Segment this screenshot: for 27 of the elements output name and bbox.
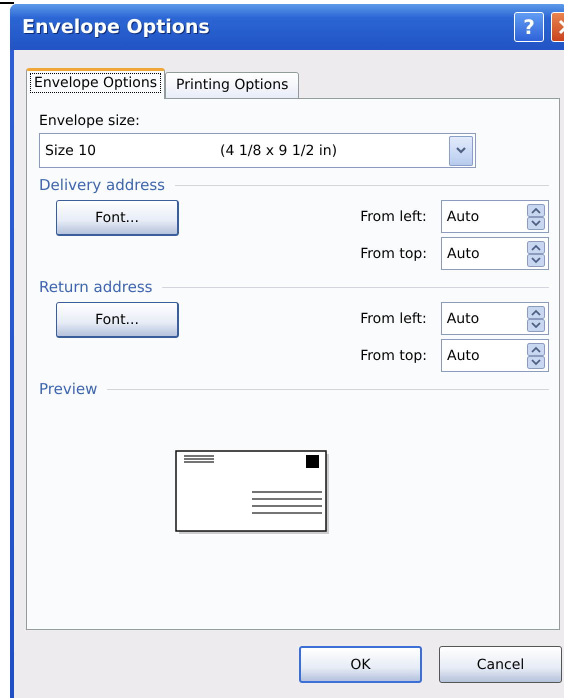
field-label: From top: bbox=[360, 246, 427, 262]
dialog-button[interactable]: OK bbox=[299, 646, 422, 683]
field-label: From left: bbox=[360, 310, 427, 326]
section-heading: Preview bbox=[39, 380, 98, 398]
font-button[interactable]: Font... bbox=[56, 200, 179, 236]
dropdown-value: Size 10 bbox=[45, 142, 98, 158]
field-label: From top: bbox=[360, 348, 427, 364]
tab[interactable]: Envelope Options bbox=[26, 68, 166, 99]
spinner-arrows-icon[interactable] bbox=[527, 342, 545, 368]
spinner-arrows-icon[interactable] bbox=[526, 204, 545, 230]
field-label: From left: bbox=[360, 208, 427, 224]
spin-field[interactable]: Auto bbox=[441, 339, 549, 372]
spinner-arrows-icon[interactable] bbox=[526, 306, 545, 332]
section-heading: Return address bbox=[39, 278, 152, 296]
spin-field[interactable]: Auto bbox=[441, 237, 549, 270]
section-heading: Delivery address bbox=[39, 176, 165, 194]
spin-field[interactable]: Auto bbox=[440, 302, 549, 335]
help-button[interactable]: ? bbox=[514, 12, 544, 42]
dropdown-dimensions: (4 1/8 x 9 1/2 in) bbox=[220, 142, 338, 158]
dialog-button[interactable]: Cancel bbox=[439, 646, 562, 683]
font-button[interactable]: Font... bbox=[56, 302, 179, 338]
spin-field[interactable]: Auto bbox=[440, 200, 549, 233]
tab[interactable]: Printing Options bbox=[165, 72, 300, 98]
window-title: Envelope Options bbox=[22, 16, 210, 38]
field-label: Envelope size: bbox=[39, 113, 141, 129]
spinner-arrows-icon[interactable] bbox=[527, 240, 545, 266]
envelope-size-dropdown[interactable]: Size 10 (4 1/8 x 9 1/2 in) bbox=[39, 133, 476, 168]
